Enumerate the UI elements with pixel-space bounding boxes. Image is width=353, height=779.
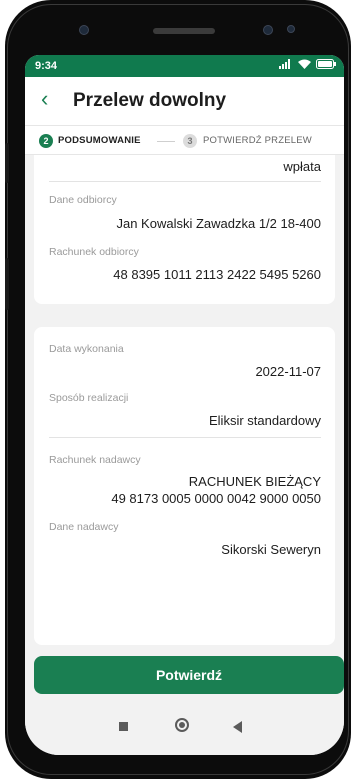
- sender-account-name: RACHUNEK BIEŻĄCY: [188, 474, 321, 489]
- battery-icon: [316, 59, 336, 69]
- proximity-sensor-icon: [287, 25, 295, 33]
- app-screen: 9:34 ‹ Przelew dowolny 2 PODSUMOWANIE 3 …: [25, 55, 344, 755]
- step-label-summary: PODSUMOWANIE: [58, 135, 141, 146]
- back-arrow-icon[interactable]: ‹: [41, 88, 48, 110]
- recipient-value: Jan Kowalski Zawadzka 1/2 18-400: [116, 216, 321, 231]
- execution-date-label: Data wykonania: [49, 343, 124, 355]
- method-value: Eliksir standardowy: [209, 413, 321, 428]
- step-connector: [157, 141, 175, 142]
- recipient-account-value: 48 8395 1011 2113 2422 5495 5260: [113, 267, 321, 282]
- back-triangle-icon[interactable]: [233, 721, 242, 733]
- transfer-details-card: wpłata Dane odbiorcy Jan Kowalski Zawadz…: [34, 155, 335, 304]
- sender-account-number: 49 8173 0005 0000 0042 9000 0050: [111, 491, 321, 506]
- volume-button: [5, 143, 9, 183]
- execution-date-value: 2022-11-07: [255, 364, 321, 379]
- stepper: 2 PODSUMOWANIE 3 POTWIERDŹ PRZELEW: [25, 125, 344, 155]
- divider: [49, 181, 321, 182]
- home-icon[interactable]: [175, 718, 189, 732]
- step-number-current: 2: [39, 134, 53, 148]
- method-label: Sposób realizacji: [49, 392, 129, 404]
- status-bar: 9:34: [25, 55, 344, 77]
- step-number-next: 3: [183, 134, 197, 148]
- sender-label: Dane nadawcy: [49, 521, 119, 533]
- recipient-account-label: Rachunek odbiorcy: [49, 246, 139, 258]
- sensor-icon: [263, 25, 273, 35]
- step-label-confirm: POTWIERDŹ PRZELEW: [203, 135, 312, 146]
- recent-apps-icon[interactable]: [119, 722, 128, 731]
- recipient-label: Dane odbiorcy: [49, 194, 117, 206]
- status-time: 9:34: [35, 60, 58, 72]
- confirm-button[interactable]: Potwierdź: [34, 656, 344, 694]
- transfer-title-value: wpłata: [283, 159, 321, 174]
- power-button: [5, 258, 9, 310]
- app-header: ‹ Przelew dowolny: [25, 77, 344, 125]
- divider: [49, 437, 321, 438]
- sender-value: Sikorski Seweryn: [221, 542, 321, 557]
- execution-details-card: Data wykonania 2022-11-07 Sposób realiza…: [34, 327, 335, 645]
- sender-account-label: Rachunek nadawcy: [49, 454, 141, 466]
- front-camera-icon: [79, 25, 89, 35]
- wifi-icon: [298, 59, 311, 69]
- speaker-grille: [153, 28, 215, 34]
- system-nav-bar: [25, 705, 344, 755]
- phone-frame: 9:34 ‹ Przelew dowolny 2 PODSUMOWANIE 3 …: [5, 0, 351, 779]
- signal-icon: [279, 59, 290, 69]
- page-title: Przelew dowolny: [73, 90, 227, 111]
